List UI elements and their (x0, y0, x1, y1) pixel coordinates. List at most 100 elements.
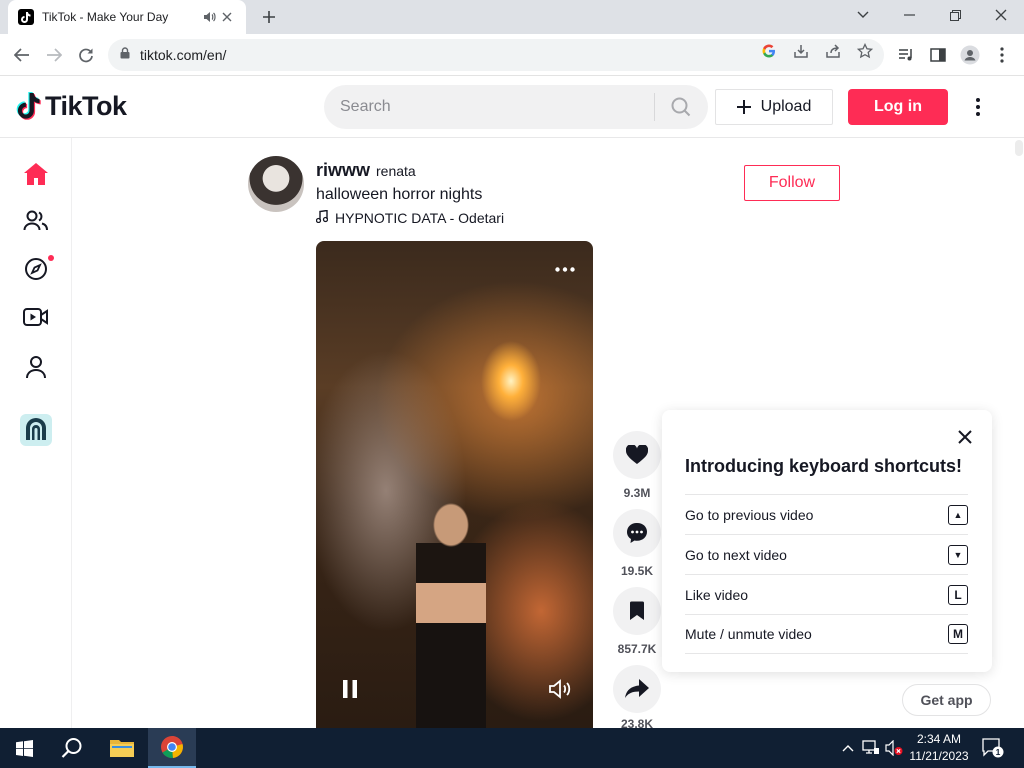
share-button[interactable] (613, 665, 661, 713)
search-input[interactable] (324, 85, 654, 129)
sidebar-item-explore[interactable] (20, 253, 54, 285)
shortcut-label: Mute / unmute video (685, 626, 812, 642)
author-nickname[interactable]: renata (376, 163, 416, 179)
clock-date: 11/21/2023 (909, 749, 969, 763)
video-frame-content (416, 503, 486, 728)
url-text: tiktok.com/en/ (140, 47, 227, 63)
like-count: 9.3M (623, 486, 651, 500)
sidebar-item-following[interactable] (20, 205, 52, 237)
minimize-icon[interactable] (886, 0, 932, 30)
browser-tab-bar: TikTok - Make Your Day (0, 0, 1024, 34)
page-scrollbar[interactable] (1015, 140, 1023, 156)
video-player[interactable] (316, 241, 593, 728)
browser-tab[interactable]: TikTok - Make Your Day (8, 0, 246, 34)
logo-text: TikTok (45, 91, 127, 121)
install-app-icon[interactable] (792, 42, 810, 60)
sidebar-item-creator[interactable] (20, 414, 52, 446)
svg-text:1: 1 (996, 747, 1001, 757)
more-options-icon[interactable] (966, 93, 990, 121)
popup-close-icon[interactable] (954, 426, 976, 448)
sidebar-item-for-you[interactable] (20, 158, 52, 190)
side-panel-icon[interactable] (928, 45, 948, 65)
chrome-menu-icon[interactable] (992, 45, 1012, 65)
comment-button[interactable] (613, 509, 661, 557)
shortcut-label: Go to previous video (685, 506, 814, 523)
chrome-taskbar-icon[interactable] (148, 728, 196, 768)
keyboard-shortcuts-popup: Introducing keyboard shortcuts! Go to pr… (662, 410, 992, 672)
tab-audio-icon[interactable] (200, 8, 218, 26)
tiktok-logo[interactable]: TikTok (16, 91, 127, 122)
tab-search-icon[interactable] (840, 0, 886, 30)
like-button[interactable] (613, 431, 661, 479)
tiktok-logo-icon (16, 91, 41, 120)
music-title: HYPNOTIC DATA - Odetari (335, 210, 505, 226)
windows-start-icon[interactable] (0, 728, 48, 768)
shortcut-mute-video: Mute / unmute video M (685, 614, 968, 654)
follow-button[interactable]: Follow (744, 165, 840, 201)
back-icon[interactable] (10, 43, 34, 67)
google-icon[interactable] (760, 42, 778, 60)
taskbar-clock[interactable]: 2:34 AM 11/21/2023 (904, 731, 974, 765)
pause-icon[interactable] (338, 677, 362, 701)
forward-icon[interactable] (42, 43, 66, 67)
bookmark-star-icon[interactable] (856, 42, 874, 60)
bookmark-icon (630, 601, 644, 620)
search-bar (324, 85, 708, 129)
search-icon (671, 97, 691, 117)
video-more-icon[interactable] (553, 259, 577, 279)
reload-icon[interactable] (74, 43, 98, 67)
music-note-icon (315, 209, 329, 226)
author-avatar[interactable] (248, 156, 304, 212)
close-window-icon[interactable] (978, 0, 1024, 30)
tiktok-favicon-icon (18, 9, 34, 25)
share-icon[interactable] (824, 42, 842, 60)
compass-icon (25, 258, 47, 280)
plus-icon (736, 96, 751, 118)
home-icon (24, 163, 48, 185)
file-explorer-icon[interactable] (98, 728, 146, 768)
shortcut-like-video: Like video L (685, 574, 968, 614)
music-link[interactable]: HYPNOTIC DATA - Odetari (315, 209, 505, 226)
new-tab-icon[interactable] (258, 6, 280, 28)
sidebar (0, 138, 72, 728)
shortcut-next-video: Go to next video ▼ (685, 534, 968, 574)
notification-center-icon[interactable]: 1 (982, 738, 1004, 758)
explore-notification-dot (48, 255, 54, 261)
creator-badge-icon (20, 414, 52, 446)
volume-icon[interactable] (548, 677, 574, 701)
tab-title: TikTok - Make Your Day (42, 10, 169, 24)
windows-taskbar: 2:34 AM 11/21/2023 1 (0, 728, 1024, 768)
comment-count: 19.5K (620, 564, 654, 578)
shortcut-previous-video: Go to previous video ▲ (685, 494, 968, 534)
live-video-icon (23, 308, 48, 326)
key-up-icon: ▲ (948, 504, 968, 525)
key-m: M (948, 624, 968, 644)
lock-icon[interactable] (120, 46, 130, 64)
restore-icon[interactable] (932, 0, 978, 30)
shortcut-label: Like video (685, 586, 749, 603)
author-username[interactable]: riwww (316, 160, 370, 181)
shortcut-label: Go to next video (685, 546, 787, 563)
profile-icon[interactable] (960, 45, 980, 65)
get-app-button[interactable]: Get app (902, 684, 991, 716)
upload-button[interactable]: Upload (715, 89, 833, 125)
user-icon (26, 356, 46, 379)
comment-icon (627, 523, 647, 543)
tiktok-header: TikTok Upload Log in (0, 77, 1024, 138)
key-l: L (948, 584, 968, 605)
search-taskbar-icon[interactable] (48, 728, 96, 768)
sidebar-item-profile[interactable] (20, 351, 52, 383)
search-button[interactable] (655, 85, 707, 129)
network-icon[interactable] (861, 738, 881, 758)
browser-toolbar: tiktok.com/en/ (0, 34, 1024, 76)
favorite-button[interactable] (613, 587, 661, 635)
tray-chevron-up-icon[interactable] (838, 738, 858, 758)
sidebar-item-live[interactable] (20, 301, 52, 333)
key-down-icon: ▼ (948, 544, 968, 565)
media-control-icon[interactable] (896, 45, 916, 65)
heart-icon (626, 445, 648, 464)
login-button[interactable]: Log in (848, 89, 948, 125)
tab-close-icon[interactable] (218, 8, 236, 26)
volume-muted-icon[interactable] (884, 738, 904, 758)
share-arrow-icon (625, 679, 649, 698)
